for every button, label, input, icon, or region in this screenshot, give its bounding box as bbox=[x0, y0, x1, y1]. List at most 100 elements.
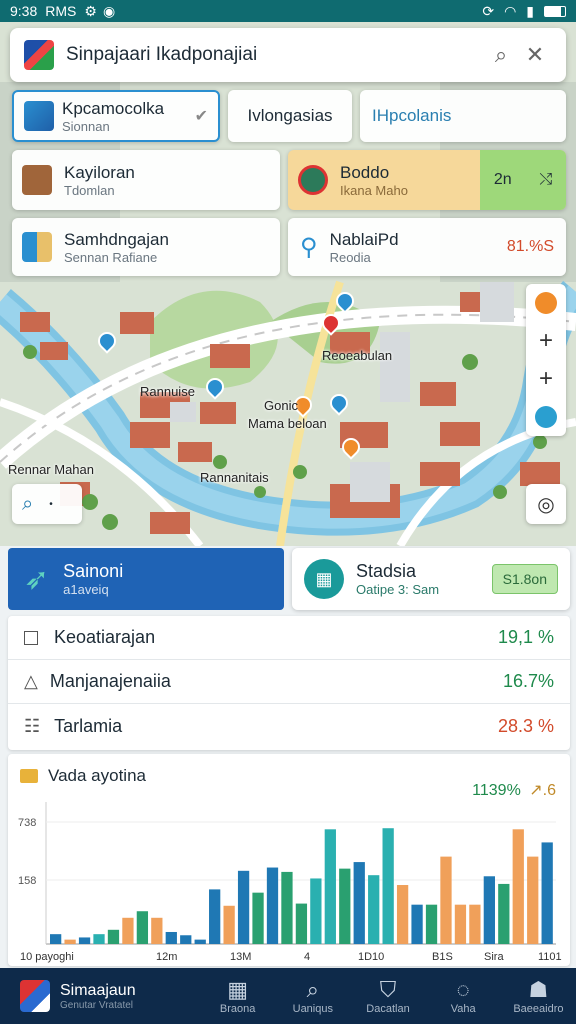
chart-bar[interactable] bbox=[266, 867, 279, 944]
flag-icon bbox=[24, 40, 54, 70]
chart-bar[interactable] bbox=[295, 903, 308, 944]
info-card-value: 81.%S bbox=[506, 238, 554, 255]
chart-bar[interactable] bbox=[382, 828, 394, 944]
chart-bar[interactable] bbox=[353, 862, 365, 944]
chat-icon: ◌ bbox=[456, 977, 470, 1002]
compass-icon[interactable] bbox=[535, 398, 557, 436]
chart-bar[interactable] bbox=[165, 931, 177, 944]
chart-bar[interactable] bbox=[310, 878, 322, 944]
chart-bar[interactable] bbox=[498, 883, 510, 944]
nav-item-vaha[interactable]: ◌ Vaha bbox=[426, 977, 501, 1015]
info-card-subtitle: Reodia bbox=[329, 249, 371, 265]
zoom-controls: + + bbox=[526, 284, 566, 436]
locate-button[interactable]: ◎ bbox=[526, 484, 566, 524]
info-card-title: Boddo bbox=[340, 162, 390, 182]
info-card-2[interactable]: Boddo Ikana Maho 2n ⤭ bbox=[288, 150, 566, 210]
chart-bar[interactable] bbox=[151, 917, 163, 944]
info-card-1[interactable]: Kayiloran Tdomlan bbox=[12, 150, 280, 210]
grid-icon: ▦ bbox=[227, 977, 248, 1002]
stat-row[interactable]: △ Manjanajenaiia 16.7% bbox=[8, 660, 570, 704]
chart-bar[interactable] bbox=[411, 904, 423, 944]
chart-bar[interactable] bbox=[64, 939, 76, 944]
search-icon: ⌕ bbox=[22, 492, 34, 515]
x-tick-label: 1101 bbox=[538, 951, 562, 963]
panel-right[interactable]: ▦ Stadsia Oatipe 3: Sam S1.8on bbox=[292, 548, 570, 610]
map-label: Rennar Mahan bbox=[8, 462, 94, 477]
filter-card-1[interactable]: Kpcamocolka Sionnan ✔ bbox=[12, 90, 220, 142]
chart-bar[interactable] bbox=[368, 875, 380, 944]
zoom-out-button[interactable]: + bbox=[539, 360, 553, 398]
chart-bar[interactable] bbox=[512, 829, 524, 944]
cart-icon bbox=[22, 165, 52, 195]
info-card-subtitle: Ikana Maho bbox=[340, 182, 408, 198]
chart-bar[interactable] bbox=[237, 870, 250, 944]
chart-bar[interactable] bbox=[469, 904, 481, 944]
close-icon[interactable]: ✕ bbox=[518, 38, 552, 72]
location-orange-icon[interactable] bbox=[535, 284, 557, 322]
chart-bar[interactable] bbox=[527, 856, 539, 944]
wifi-icon: ◠ bbox=[504, 2, 517, 19]
nav-label: Dacatlan bbox=[366, 1003, 410, 1015]
chart-bar[interactable] bbox=[425, 904, 438, 944]
x-tick-label: Sira bbox=[484, 951, 504, 963]
info-card-badge-value: 2n bbox=[493, 171, 512, 188]
chart-bar[interactable] bbox=[194, 939, 206, 944]
dot-icon: • bbox=[49, 498, 53, 510]
zoom-in-button[interactable]: + bbox=[539, 322, 553, 360]
signal-icon: ▮ bbox=[526, 2, 534, 19]
panel-right-badge: S1.8on bbox=[491, 564, 558, 594]
nav-item-braona[interactable]: ▦ Braona bbox=[200, 977, 275, 1015]
chart-bar[interactable] bbox=[107, 929, 120, 944]
chart-bar[interactable] bbox=[339, 868, 351, 944]
filter-card-title: Kpcamocolka bbox=[62, 98, 165, 118]
stat-row[interactable]: ☷ Tarlamia 28.3 % bbox=[8, 704, 570, 748]
chart-bar[interactable] bbox=[324, 829, 336, 944]
shield-logo-icon bbox=[20, 980, 50, 1012]
person-icon: ☗ bbox=[528, 977, 549, 1002]
nav-item-uaniqus[interactable]: ⌕ Uaniqus bbox=[275, 977, 350, 1015]
x-tick-label: 10 payoghi bbox=[20, 951, 74, 963]
x-tick-label: 4 bbox=[304, 951, 310, 963]
chart-bar[interactable] bbox=[541, 842, 553, 944]
panel-left[interactable]: ➶ Sainoni a1aveiq bbox=[8, 548, 284, 610]
chart-bar[interactable] bbox=[50, 934, 62, 944]
battery-icon bbox=[544, 5, 566, 17]
info-card-title: NablaiPd bbox=[329, 229, 399, 249]
panel-right-subtitle: Oatipe 3: Sam bbox=[356, 582, 440, 597]
filter-card-3[interactable]: IHpcolanis bbox=[360, 90, 566, 142]
x-tick-label: 12m bbox=[156, 951, 177, 963]
nav-item-dacatlan[interactable]: ⛉ Dacatlan bbox=[350, 977, 425, 1015]
chart-bar[interactable] bbox=[396, 885, 409, 944]
chart-bar[interactable] bbox=[440, 856, 452, 944]
chart-bar[interactable] bbox=[483, 876, 495, 944]
chart-bar[interactable] bbox=[454, 904, 467, 944]
info-card-4[interactable]: ⚲ NablaiPd Reodia 81.%S bbox=[288, 218, 566, 276]
search-icon[interactable]: ⌕ bbox=[484, 38, 518, 72]
bar-chart: 738 158 10 payoghi 12m 13M 4 1D10 B1S Sira 1101 bbox=[18, 802, 562, 963]
filter-card-2[interactable]: Ivlongasias bbox=[228, 90, 352, 142]
chart-bar[interactable] bbox=[122, 917, 134, 944]
chart-bar[interactable] bbox=[209, 889, 221, 944]
nav-label: Braona bbox=[219, 1003, 256, 1015]
chart-bar[interactable] bbox=[93, 934, 105, 944]
stat-row[interactable]: Keoatiarajan 19,1 % bbox=[8, 616, 570, 660]
chart-bar[interactable] bbox=[180, 935, 192, 944]
search-bar[interactable]: Sinpajaari Ikadponajiai ⌕ ✕ bbox=[10, 28, 566, 82]
nav-item-baeeaidro[interactable]: ☗ Baeeaidro bbox=[501, 977, 576, 1015]
nav-brand-subtitle: Genutar Vratatel bbox=[60, 999, 134, 1011]
info-card-3[interactable]: Samhdngajan Sennan Rafiane bbox=[12, 218, 280, 276]
panel-left-subtitle: a1aveiq bbox=[63, 582, 109, 597]
bar-chart-icon bbox=[22, 232, 52, 262]
stats-list: Keoatiarajan 19,1 % △ Manjanajenaiia 16.… bbox=[8, 616, 570, 750]
chart-bar[interactable] bbox=[281, 871, 293, 944]
chart-bar[interactable] bbox=[252, 892, 264, 944]
chart-bar[interactable] bbox=[136, 911, 149, 944]
map-search-button[interactable]: ⌕ • bbox=[12, 484, 82, 524]
stats-icon: ▦ bbox=[304, 559, 344, 599]
nav-brand[interactable]: Simaajaun Genutar Vratatel bbox=[0, 980, 200, 1012]
crosshair-icon: ◎ bbox=[537, 493, 555, 516]
chart-bar[interactable] bbox=[223, 905, 235, 944]
info-card-title: Kayiloran bbox=[64, 162, 135, 182]
chart-bar[interactable] bbox=[78, 937, 91, 944]
stat-label: Tarlamia bbox=[54, 715, 123, 736]
